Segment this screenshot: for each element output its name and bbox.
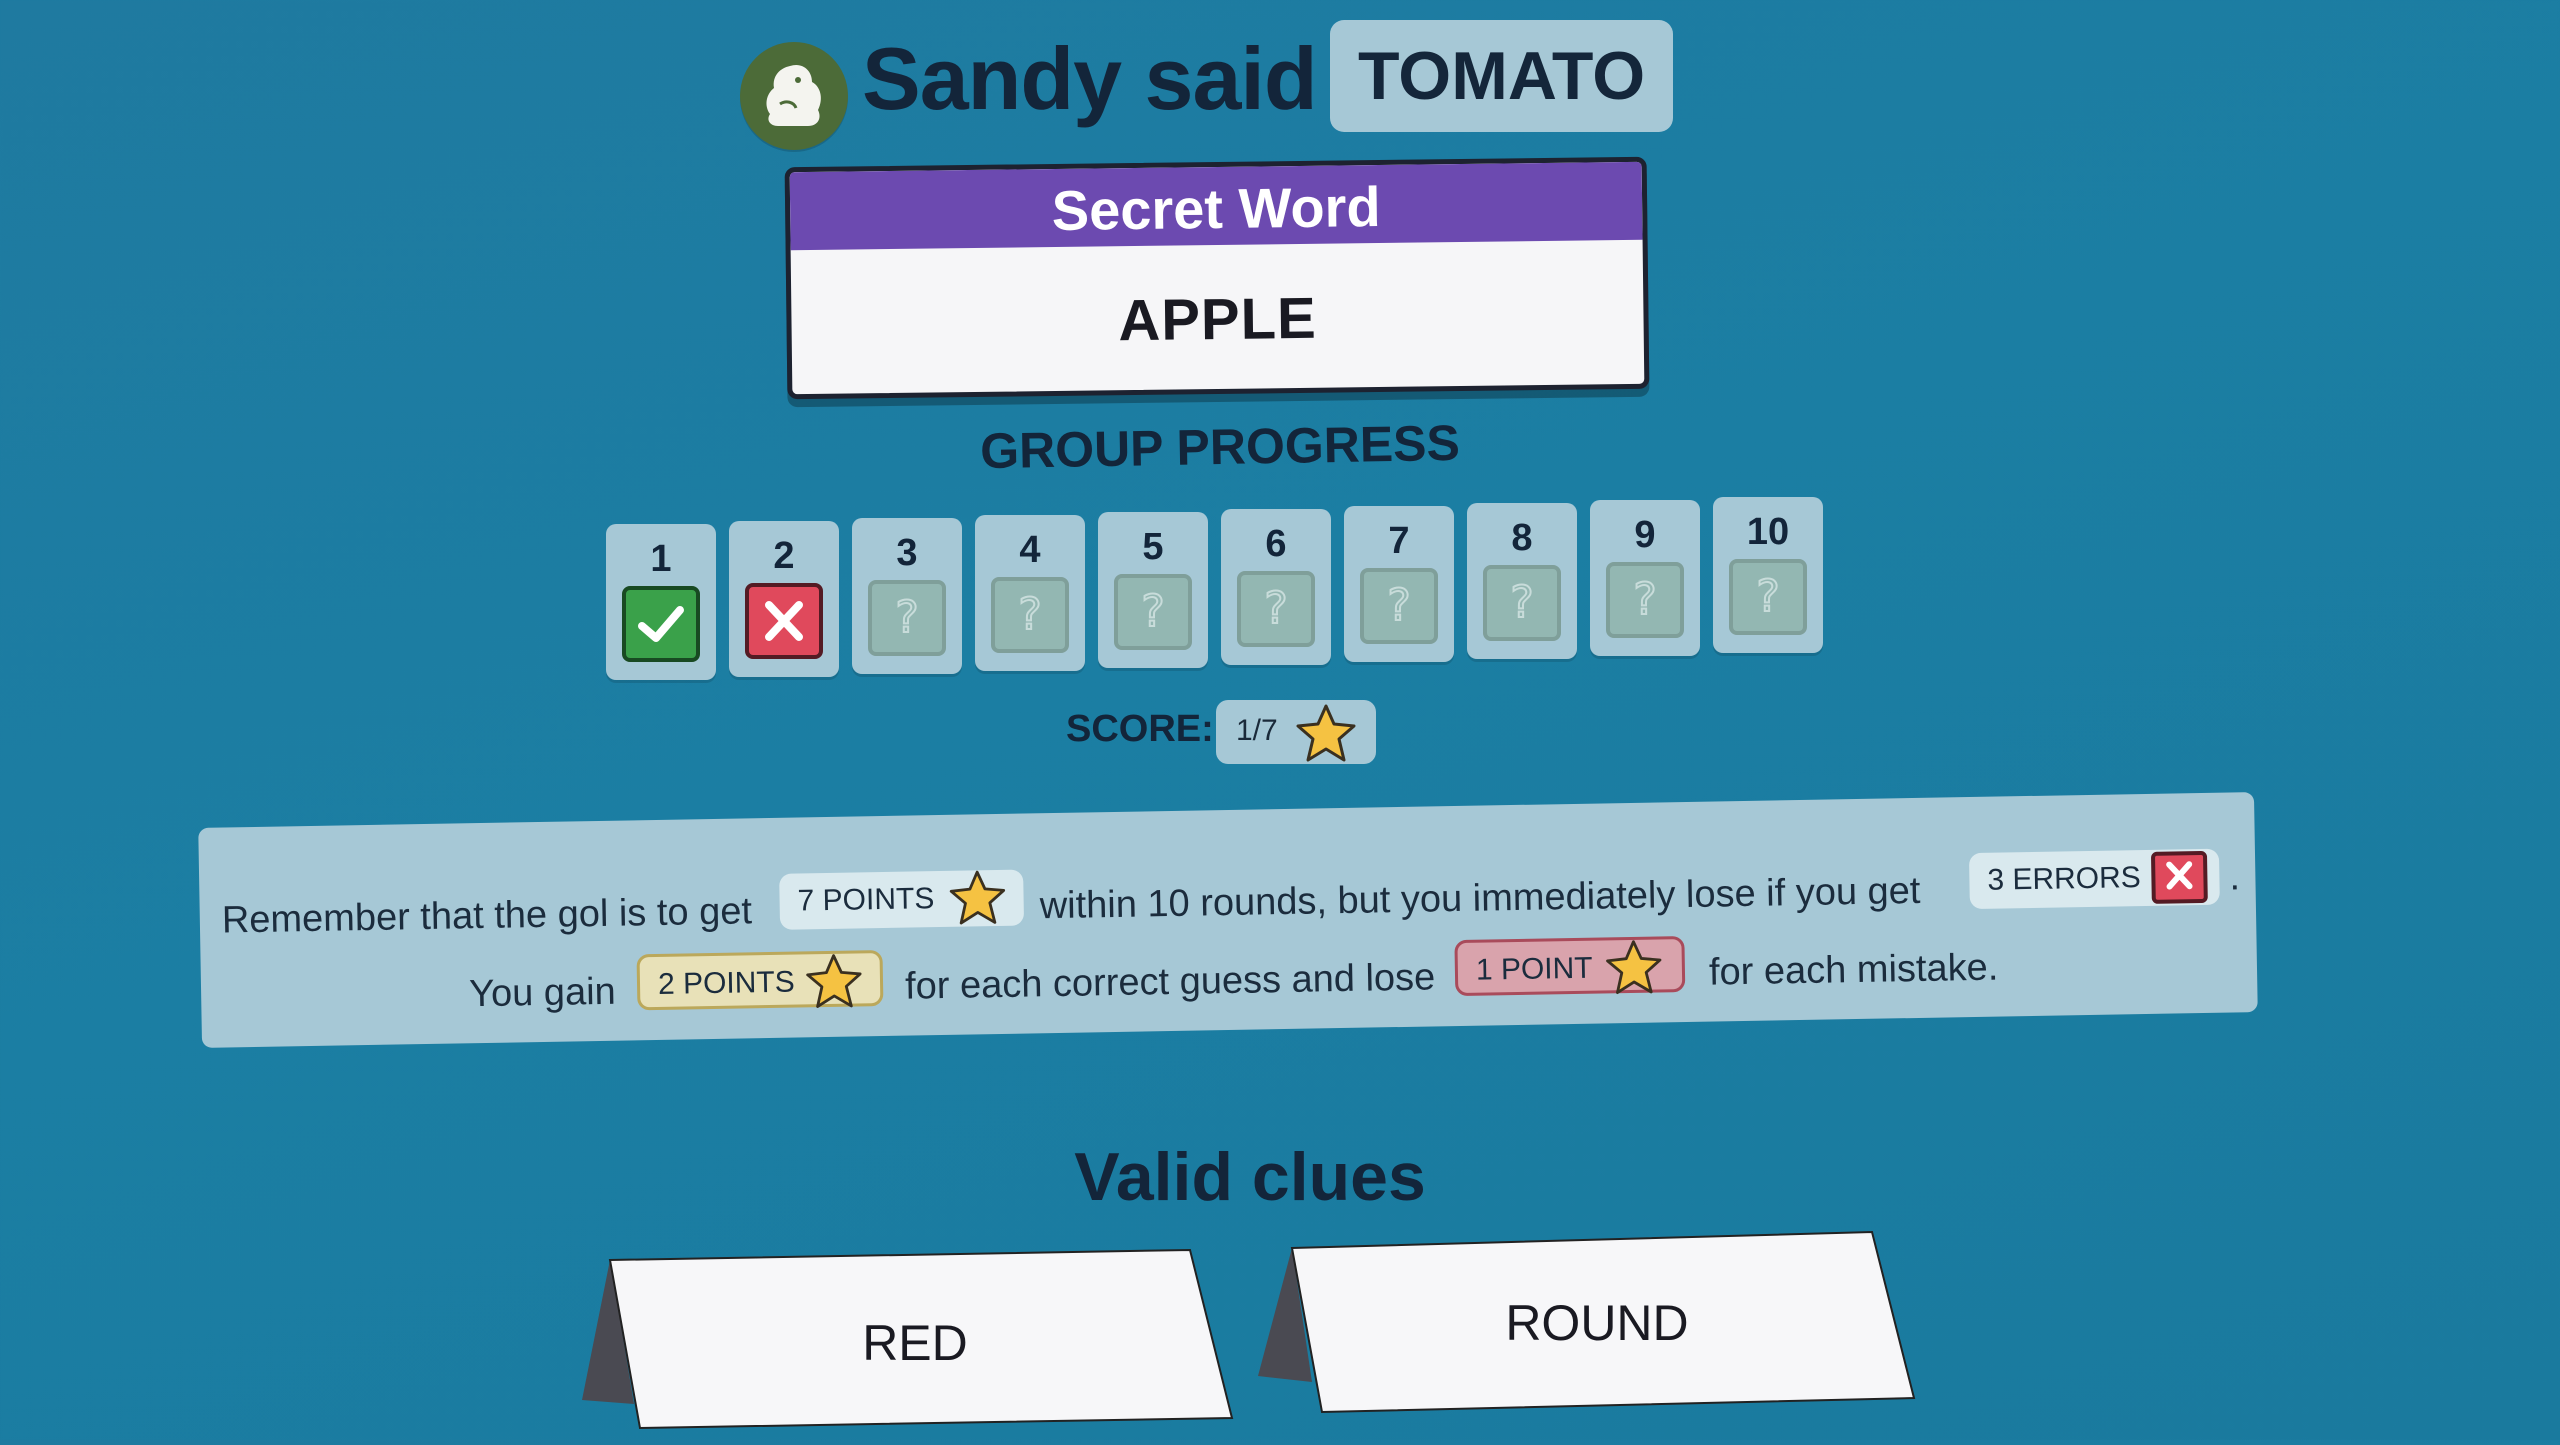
speaker-header: Sandy said TOMATO (740, 20, 1740, 160)
star-icon (1296, 704, 1356, 762)
round-number: 7 (1388, 520, 1410, 562)
rules-text-4: for each correct guess and lose (904, 956, 1436, 1008)
round-correct-box (622, 586, 700, 662)
score-value: 1/7 (1236, 714, 1278, 747)
round-pending-box: ? (1729, 559, 1807, 635)
rules-text-2: within 10 rounds, but you immediately lo… (1039, 869, 1921, 928)
rules-banner: Remember that the gol is to get 7 POINTS… (198, 792, 2258, 1048)
svg-text:?: ? (1018, 589, 1041, 640)
round-pending-box: ? (1483, 565, 1561, 641)
avatar (740, 42, 848, 150)
svg-text:?: ? (1633, 574, 1656, 625)
gain-points-label: 2 POINTS (657, 965, 796, 1001)
round-card: 10? (1713, 497, 1823, 653)
rules-text-3: You gain (468, 970, 617, 1016)
clue-card-2-label: ROUND (1505, 1295, 1689, 1351)
clue-card-2: ROUND (1252, 1228, 1922, 1424)
round-pending-box: ? (1114, 574, 1192, 650)
points-goal-label: 7 POINTS (797, 882, 935, 918)
round-card: 3? (852, 518, 962, 674)
round-card: 9? (1590, 500, 1700, 656)
round-card: 8? (1467, 503, 1577, 659)
svg-text:?: ? (1756, 571, 1779, 622)
secret-word-title: Secret Word (789, 161, 1643, 251)
question-icon: ? (1755, 570, 1780, 623)
rules-text-5: for each mistake. (1708, 946, 1999, 994)
points-goal-badge: 7 POINTS (779, 869, 1025, 930)
star-icon (1606, 940, 1662, 994)
svg-text:?: ? (895, 592, 918, 643)
guinea-pig-icon (766, 64, 821, 126)
round-card: 7? (1344, 506, 1454, 662)
round-number: 6 (1265, 523, 1287, 565)
round-card: 4? (975, 515, 1085, 671)
clue-card-1: RED (570, 1244, 1240, 1440)
round-number: 5 (1142, 526, 1164, 568)
question-icon: ? (1263, 582, 1288, 635)
said-word-badge: TOMATO (1330, 20, 1674, 132)
svg-text:?: ? (1387, 580, 1410, 631)
clue-card-1-label: RED (862, 1315, 968, 1371)
score-row: SCORE: 1/7 (1060, 700, 1400, 770)
question-icon: ? (894, 591, 919, 644)
round-number: 9 (1634, 514, 1656, 556)
rules-text-end: . (2229, 856, 2241, 899)
round-pending-box: ? (1237, 571, 1315, 647)
secret-word-value: APPLE (1117, 285, 1318, 354)
round-pending-box: ? (1606, 562, 1684, 638)
lose-points-label: 1 POINT (1475, 951, 1593, 987)
group-progress-title: GROUP PROGRESS (979, 414, 1461, 480)
round-number: 3 (896, 532, 918, 574)
score-badge: 1/7 (1216, 700, 1376, 764)
cross-icon (2166, 861, 2193, 890)
round-pending-box: ? (868, 580, 946, 656)
round-number: 10 (1746, 511, 1790, 553)
svg-text:?: ? (1264, 583, 1287, 634)
svg-text:?: ? (1141, 586, 1164, 637)
score-label: SCORE: (1066, 708, 1214, 750)
star-icon (949, 870, 1006, 925)
svg-text:?: ? (1510, 577, 1533, 628)
round-card: 2 (729, 521, 839, 677)
round-card: 5? (1098, 512, 1208, 668)
question-icon: ? (1017, 588, 1042, 641)
valid-clues-title: Valid clues (1074, 1139, 1426, 1215)
round-number: 2 (773, 535, 795, 577)
question-icon: ? (1509, 576, 1534, 629)
star-icon (806, 954, 862, 1008)
question-icon: ? (1386, 579, 1411, 632)
round-number: 4 (1019, 529, 1041, 571)
errors-limit-label: 3 ERRORS (1987, 861, 2142, 897)
round-pending-box: ? (991, 577, 1069, 653)
errors-limit-badge: 3 ERRORS (1968, 848, 2220, 910)
error-icon (2150, 850, 2208, 904)
round-number: 1 (650, 538, 672, 580)
round-pending-box: ? (1360, 568, 1438, 644)
question-icon: ? (1140, 585, 1165, 638)
secret-word-card: Secret Word APPLE (784, 156, 1650, 400)
round-tracker: 1 2 3? 4? 5? 6? 7? 8? 9? 10? (606, 488, 1846, 688)
round-number: 8 (1511, 517, 1533, 559)
round-wrong-box (745, 583, 823, 659)
rules-text-1: Remember that the gol is to get (221, 890, 753, 942)
round-card: 6? (1221, 509, 1331, 665)
speaker-said-text: Sandy said (862, 29, 1318, 128)
round-card: 1 (606, 524, 716, 680)
check-icon (638, 606, 684, 642)
cross-icon (765, 601, 803, 641)
lose-points-badge: 1 POINT (1454, 936, 1686, 997)
question-icon: ? (1632, 573, 1657, 626)
gain-points-badge: 2 POINTS (636, 950, 884, 1011)
